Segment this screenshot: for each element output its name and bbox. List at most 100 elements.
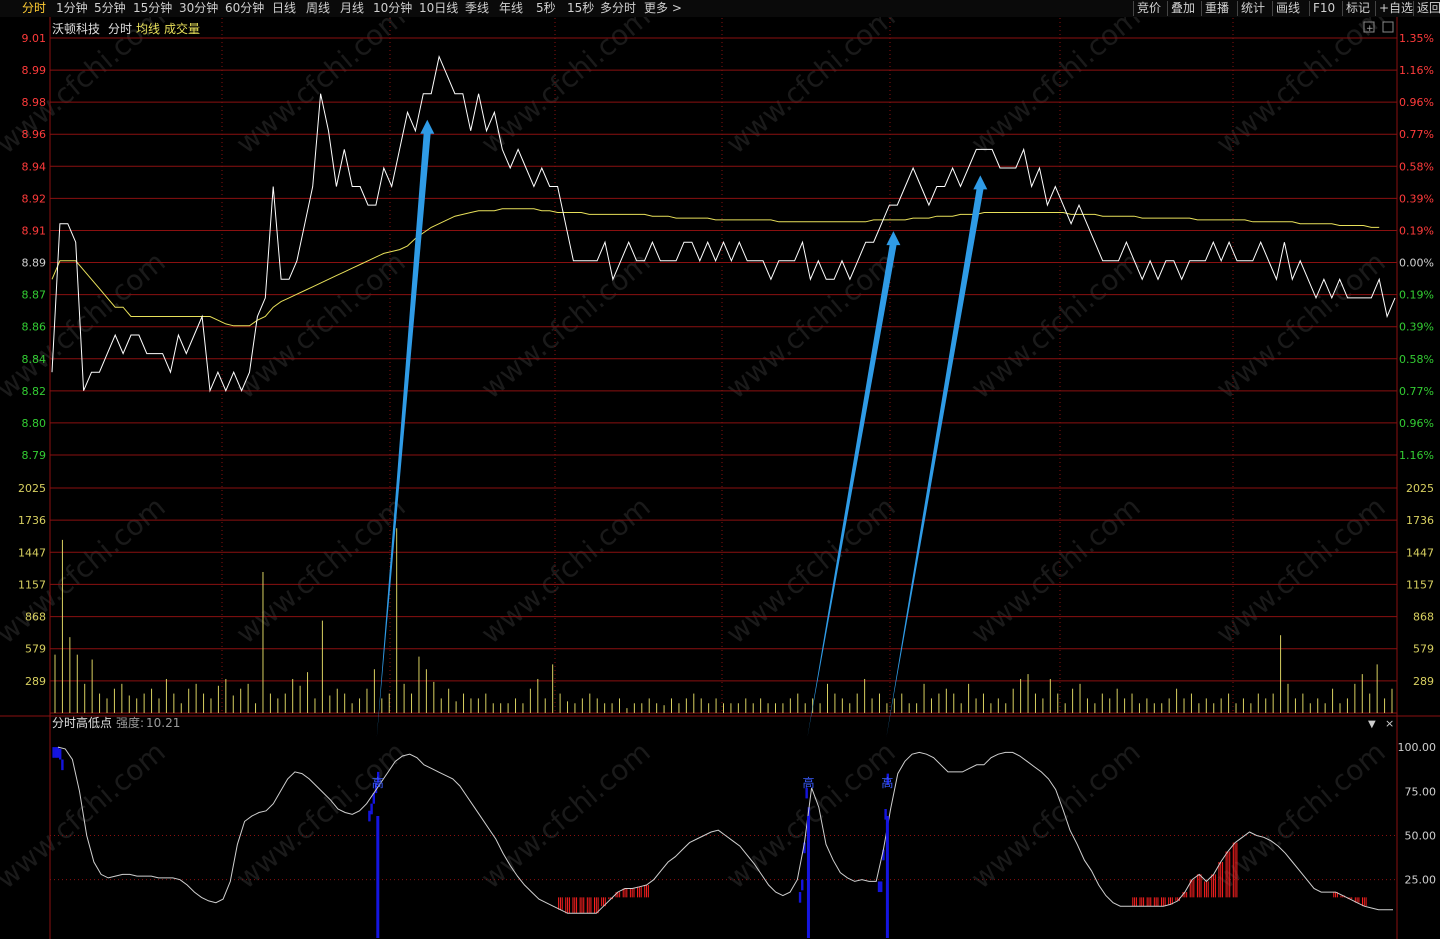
price-tick-label: 8.92 bbox=[22, 192, 47, 205]
volume-tick-label-right: 1736 bbox=[1406, 514, 1434, 527]
period-tab[interactable]: 季线 bbox=[465, 0, 489, 17]
percent-tick-label: 1.16% bbox=[1399, 449, 1434, 462]
volume-tick-label-right: 1157 bbox=[1406, 578, 1434, 591]
price-tick-label: 9.01 bbox=[22, 32, 47, 45]
toolbar-separator bbox=[1342, 1, 1343, 16]
strength-value: 10.21 bbox=[146, 716, 180, 730]
volume-tick-label: 2025 bbox=[18, 482, 46, 495]
percent-tick-label: 0.58% bbox=[1399, 353, 1434, 366]
toolbar-separator bbox=[1167, 1, 1168, 16]
toolbar-separator bbox=[1413, 1, 1414, 16]
percent-tick-label: 0.96% bbox=[1399, 96, 1434, 109]
period-tab[interactable]: 10日线 bbox=[419, 0, 458, 17]
high-signal-bar bbox=[885, 816, 889, 938]
indicator-name: 分时高低点 bbox=[52, 715, 112, 730]
indicator-tick-label: 25.00 bbox=[1405, 874, 1437, 887]
tool-button[interactable]: 返回 bbox=[1417, 0, 1440, 17]
toolbar-separator bbox=[1133, 1, 1134, 16]
toolbar-separator bbox=[1237, 1, 1238, 16]
price-tick-label: 8.87 bbox=[22, 289, 47, 302]
price-tick-label: 8.98 bbox=[22, 96, 47, 109]
tool-button[interactable]: 统计 bbox=[1241, 0, 1265, 17]
period-tab[interactable]: 年线 bbox=[499, 0, 523, 17]
price-tick-label: 8.96 bbox=[22, 128, 47, 141]
period-toolbar: 分时 1分钟 5分钟 15分钟 30分钟 60分钟 日线 周线 月线 10分钟 10日线 季线 年线 5秒… bbox=[0, 0, 1440, 18]
percent-tick-label: 1.35% bbox=[1399, 32, 1434, 45]
high-marker-label: 高 bbox=[802, 775, 814, 790]
volume-tick-label-right: 289 bbox=[1413, 675, 1434, 688]
indicator-tick-label: 100.00 bbox=[1398, 741, 1437, 754]
toolbar-separator bbox=[1309, 1, 1310, 16]
period-tab[interactable]: 1分钟 bbox=[56, 0, 88, 17]
high-signal-bar bbox=[376, 816, 380, 938]
price-tick-label: 8.80 bbox=[22, 417, 47, 430]
toolbar-separator bbox=[1272, 1, 1273, 16]
tool-button[interactable]: 重播 bbox=[1205, 0, 1229, 17]
period-tab[interactable]: 月线 bbox=[340, 0, 364, 17]
intraday-chart: www.cfchi.com www.cfchi.com www.cfchi.com w… bbox=[0, 17, 1440, 939]
indicator-tick-label: 75.00 bbox=[1405, 785, 1437, 798]
price-tick-label: 8.86 bbox=[22, 321, 47, 334]
period-tab[interactable]: 10分钟 bbox=[373, 0, 412, 17]
close-icon[interactable]: × bbox=[1385, 717, 1394, 730]
percent-tick-label: 0.19% bbox=[1399, 224, 1434, 237]
volume-tick-label: 1447 bbox=[18, 546, 46, 559]
period-tab[interactable]: 15分钟 bbox=[133, 0, 172, 17]
percent-tick-label: 0.00% bbox=[1399, 257, 1434, 270]
period-tab[interactable]: 日线 bbox=[272, 0, 296, 17]
chart-background bbox=[0, 17, 1440, 939]
period-tab[interactable]: 周线 bbox=[306, 0, 330, 17]
volume-legend: 成交量 bbox=[164, 21, 200, 36]
volume-tick-label: 289 bbox=[25, 675, 46, 688]
period-tab[interactable]: 分时 bbox=[22, 0, 46, 17]
volume-tick-label: 579 bbox=[25, 643, 46, 656]
toolbar-separator bbox=[1201, 1, 1202, 16]
percent-tick-label: 1.16% bbox=[1399, 64, 1434, 77]
percent-tick-label: 0.19% bbox=[1399, 289, 1434, 302]
plus-icon: + bbox=[1366, 24, 1374, 34]
price-tick-label: 8.99 bbox=[22, 64, 47, 77]
percent-tick-label: 0.39% bbox=[1399, 321, 1434, 334]
tool-button[interactable]: F10 bbox=[1313, 0, 1335, 17]
percent-tick-label: 0.77% bbox=[1399, 128, 1434, 141]
period-tab[interactable]: 5分钟 bbox=[94, 0, 126, 17]
avg-legend: 均线 bbox=[136, 22, 160, 36]
chevron-down-icon[interactable]: ▼ bbox=[1368, 719, 1376, 730]
high-marker-label: 高 bbox=[372, 775, 384, 790]
percent-tick-label: 0.39% bbox=[1399, 192, 1434, 205]
mode-label: 分时 bbox=[108, 22, 132, 36]
volume-tick-label-right: 868 bbox=[1413, 611, 1434, 624]
period-tab[interactable]: 5秒 bbox=[536, 0, 556, 17]
stock-name: 沃顿科技 bbox=[52, 22, 100, 36]
price-tick-label: 8.89 bbox=[22, 257, 47, 270]
toolbar-separator bbox=[1375, 1, 1376, 16]
price-tick-label: 8.84 bbox=[22, 353, 47, 366]
price-tick-label: 8.79 bbox=[22, 449, 47, 462]
tool-button[interactable]: 标记 bbox=[1346, 0, 1370, 17]
tool-button[interactable]: 竞价 bbox=[1137, 0, 1161, 17]
volume-tick-label-right: 1447 bbox=[1406, 546, 1434, 559]
strength-label: 强度: bbox=[116, 715, 144, 730]
volume-tick-label-right: 579 bbox=[1413, 643, 1434, 656]
high-marker-label: 高 bbox=[881, 775, 893, 790]
volume-tick-label: 1157 bbox=[18, 578, 46, 591]
price-tick-label: 8.91 bbox=[22, 224, 47, 237]
price-tick-label: 8.82 bbox=[22, 385, 47, 398]
percent-tick-label: 0.96% bbox=[1399, 417, 1434, 430]
tool-button[interactable]: 叠加 bbox=[1171, 0, 1195, 17]
high-signal-bar bbox=[806, 816, 810, 938]
period-tab[interactable]: 多分时 bbox=[600, 0, 636, 17]
volume-tick-label-right: 2025 bbox=[1406, 482, 1434, 495]
indicator-tick-label: 50.00 bbox=[1405, 830, 1437, 843]
percent-tick-label: 0.58% bbox=[1399, 160, 1434, 173]
period-tab[interactable]: 更多 > bbox=[644, 0, 682, 17]
percent-tick-label: 0.77% bbox=[1399, 385, 1434, 398]
price-tick-label: 8.94 bbox=[22, 160, 47, 173]
period-tab[interactable]: 15秒 bbox=[567, 0, 594, 17]
period-tab[interactable]: 30分钟 bbox=[179, 0, 218, 17]
volume-tick-label: 1736 bbox=[18, 514, 46, 527]
tool-button[interactable]: +自选 bbox=[1379, 0, 1413, 17]
tool-button[interactable]: 画线 bbox=[1276, 0, 1300, 17]
volume-tick-label: 868 bbox=[25, 611, 46, 624]
period-tab[interactable]: 60分钟 bbox=[225, 0, 264, 17]
